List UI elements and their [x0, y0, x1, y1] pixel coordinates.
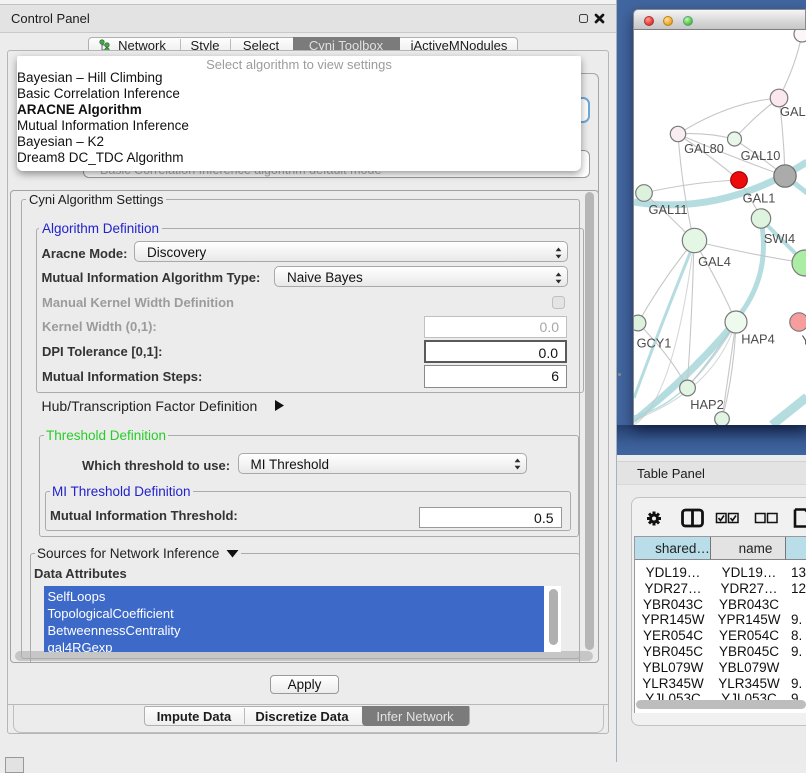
svg-text:GAL80: GAL80: [684, 141, 724, 156]
svg-text:HAP4: HAP4: [741, 332, 774, 347]
svg-text:GAL10: GAL10: [741, 148, 781, 163]
svg-text:GAL4: GAL4: [698, 254, 731, 269]
svg-text:GAL2: GAL2: [780, 104, 806, 119]
svg-text:YM: YM: [802, 333, 806, 348]
svg-text:HAP2: HAP2: [690, 397, 723, 412]
svg-text:GAL11: GAL11: [649, 202, 688, 217]
svg-text:SWI4: SWI4: [764, 231, 795, 246]
svg-text:GCY1: GCY1: [637, 336, 672, 351]
svg-text:GAL1: GAL1: [743, 191, 776, 206]
